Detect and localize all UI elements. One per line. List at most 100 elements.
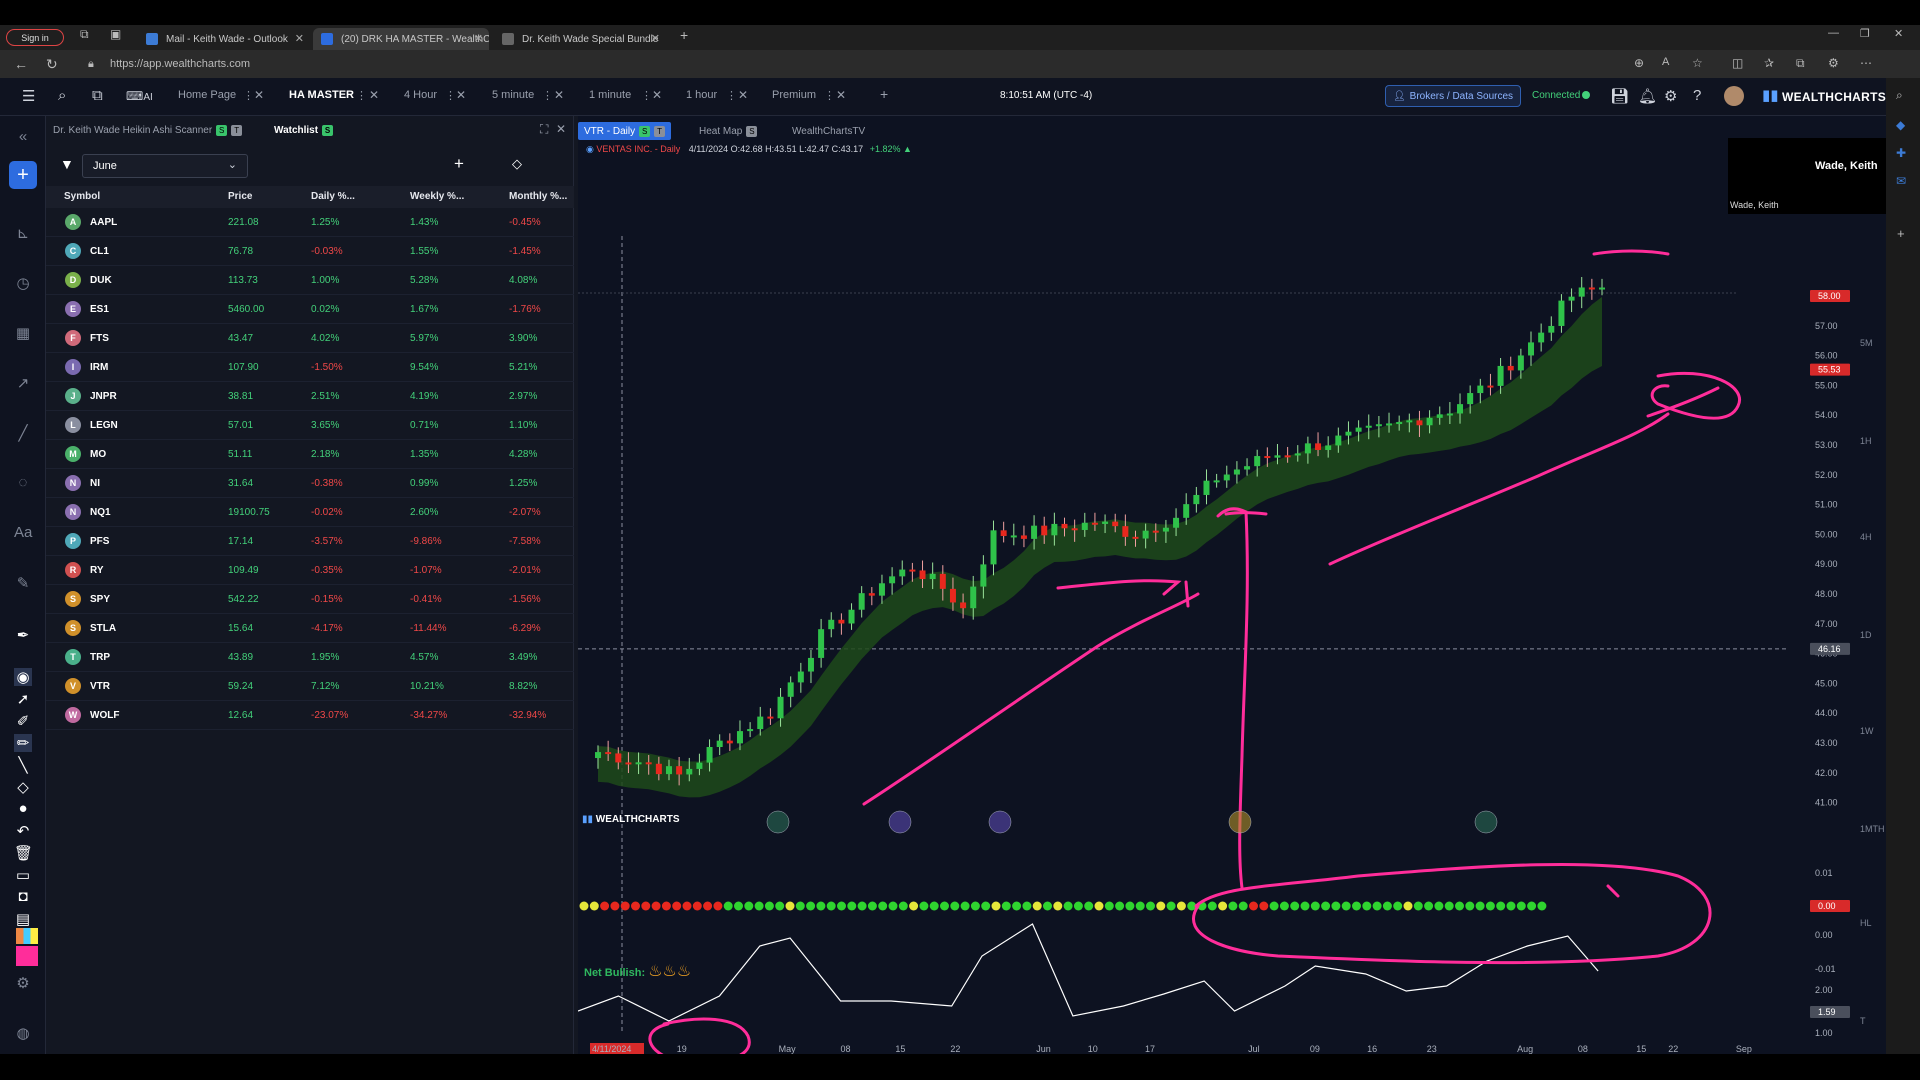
history-clock-icon[interactable]: ◷ — [14, 274, 32, 292]
color-palette[interactable] — [16, 928, 38, 944]
table-row[interactable]: M MO 51.11 2.18% 1.35% 4.28% — [46, 440, 574, 469]
table-row[interactable]: T TRP 43.89 1.95% 4.57% 3.49% — [46, 643, 574, 672]
column-header-weekly[interactable]: Weekly %... — [410, 191, 464, 202]
tab-options-icon[interactable]: ⋮ — [445, 89, 456, 102]
close-icon[interactable]: ✕ — [254, 88, 264, 102]
tab-options-icon[interactable]: ⋮ — [824, 89, 835, 102]
tab-options-icon[interactable]: ⋮ — [243, 89, 254, 102]
brokers-data-sources-button[interactable]: 👤︎ Brokers / Data Sources — [1385, 85, 1521, 107]
column-header-price[interactable]: Price — [228, 191, 252, 202]
close-icon[interactable]: ✕ — [651, 32, 660, 45]
marker-icon[interactable]: ✏︎ — [14, 734, 32, 752]
add-button[interactable]: + — [9, 161, 37, 189]
tab-premium[interactable]: Premium — [772, 89, 816, 101]
bell-icon[interactable]: 🔔︎ — [1638, 87, 1657, 105]
tools-icon[interactable]: ✚ — [1896, 146, 1906, 160]
watchlist-select[interactable]: June ⌄ — [82, 154, 248, 178]
active-color-swatch[interactable] — [16, 946, 38, 966]
price-chart-svg[interactable]: 58.00 57.00 56.00 55.00 54.00 53.00 52.00 51.00… — [578, 116, 1886, 1054]
search-icon[interactable]: ⌕ — [1896, 88, 1903, 103]
tab-5-minute[interactable]: 5 minute — [492, 89, 534, 101]
close-icon[interactable]: ✕ — [556, 122, 566, 136]
screen-icon[interactable]: ▭ — [14, 866, 32, 884]
back-arrow-icon[interactable]: ← — [14, 56, 28, 72]
table-row[interactable]: E ES1 5460.00 0.02% 1.67% -1.76% — [46, 295, 574, 324]
close-icon[interactable]: ✕ — [836, 88, 846, 102]
hamburger-menu-icon[interactable]: ☰ — [22, 87, 35, 105]
more-options-icon[interactable]: ⋯ — [1860, 56, 1872, 70]
cursor-arrow-icon[interactable]: ➚ — [14, 690, 32, 708]
undo-icon[interactable]: ↶ — [14, 822, 32, 840]
globe-icon[interactable]: ◍ — [14, 1024, 32, 1042]
table-row[interactable]: A AAPL 221.08 1.25% 1.43% -0.45% — [46, 208, 574, 237]
favorite-star-icon[interactable]: ☆ — [1692, 56, 1703, 70]
column-header-daily[interactable]: Daily %... — [311, 191, 355, 202]
search-icon[interactable]: ⌕ — [58, 87, 66, 104]
trend-icon[interactable]: ↗ — [14, 374, 32, 392]
ai-assistant-icon[interactable]: ⌨︎AI — [126, 89, 153, 103]
add-sidebar-icon[interactable]: + — [1897, 226, 1905, 241]
minimize-window-icon[interactable]: — — [1828, 27, 1839, 39]
pencil-icon[interactable]: ✎ — [14, 574, 32, 592]
table-row[interactable]: N NI 31.64 -0.38% 0.99% 1.25% — [46, 469, 574, 498]
tab-options-icon[interactable]: ⋮ — [726, 89, 737, 102]
table-row[interactable]: W WOLF 12.64 -23.07% -34.27% -32.94% — [46, 701, 574, 730]
camera-icon[interactable]: ◘ — [14, 888, 32, 905]
tab-groups-icon[interactable]: ⧉ — [80, 27, 89, 42]
split-screen-icon[interactable]: ◫ — [1732, 56, 1743, 70]
outlook-sidebar-icon[interactable]: ✉ — [1896, 174, 1906, 188]
tab-4-hour[interactable]: 4 Hour — [404, 89, 437, 101]
tab-options-icon[interactable]: ⋮ — [641, 89, 652, 102]
add-tab-button[interactable]: + — [880, 86, 888, 102]
new-tab-icon[interactable]: + — [680, 27, 688, 43]
close-icon[interactable]: ✕ — [554, 88, 564, 102]
trash-icon[interactable]: 🗑︎ — [14, 844, 33, 862]
tab-options-icon[interactable]: ⋮ — [542, 89, 553, 102]
table-row[interactable]: N NQ1 19100.75 -0.02% 2.60% -2.07% — [46, 498, 574, 527]
help-icon[interactable]: ? — [1693, 87, 1701, 104]
eraser-icon[interactable]: ◇ — [512, 156, 522, 172]
table-row[interactable]: D DUK 113.73 1.00% 5.28% 4.08% — [46, 266, 574, 295]
line-tool-icon[interactable]: ╱ — [14, 424, 32, 442]
table-row[interactable]: P PFS 17.14 -3.57% -9.86% -7.58% — [46, 527, 574, 556]
close-window-icon[interactable]: ✕ — [1894, 27, 1903, 40]
gear-icon[interactable]: ⚙︎ — [1664, 87, 1677, 105]
browser-tab-wealthcharts[interactable]: (20) DRK HA MASTER - WealthCh ✕ — [313, 28, 489, 50]
table-row[interactable]: C CL1 76.78 -0.03% 1.55% -1.45% — [46, 237, 574, 266]
tab-actions-icon[interactable]: ▣ — [110, 27, 121, 41]
eye-icon[interactable]: ◉ — [14, 668, 32, 686]
table-row[interactable]: V VTR 59.24 7.12% 10.21% 8.82% — [46, 672, 574, 701]
read-aloud-icon[interactable]: A — [1662, 56, 1669, 68]
browser-tab-outlook[interactable]: Mail - Keith Wade - Outlook ✕ — [138, 28, 310, 50]
favorites-icon[interactable]: ✰ — [1764, 56, 1774, 70]
add-symbol-icon[interactable]: + — [454, 154, 464, 174]
close-icon[interactable]: ✕ — [474, 32, 483, 45]
url-field[interactable]: https://app.wealthcharts.com — [110, 58, 250, 70]
text-tool-icon[interactable]: Aa — [14, 524, 32, 541]
chart-type-icon[interactable]: ⊾ — [14, 224, 32, 242]
tab-ha-master[interactable]: HA MASTER — [289, 89, 354, 101]
extensions-icon[interactable]: ⚙︎ — [1828, 56, 1839, 70]
collections-icon[interactable]: ⧉ — [1796, 56, 1805, 71]
table-row[interactable]: S STLA 15.64 -4.17% -11.44% -6.29% — [46, 614, 574, 643]
tab-options-icon[interactable]: ⋮ — [356, 89, 367, 102]
collapse-icon[interactable]: « — [14, 128, 32, 145]
browser-sign-in-button[interactable]: Sign in — [6, 29, 64, 46]
pen-icon[interactable]: ✒︎ — [14, 626, 32, 644]
table-row[interactable]: J JNPR 38.81 2.51% 4.19% 2.97% — [46, 382, 574, 411]
shopping-icon[interactable]: ◆ — [1896, 118, 1905, 132]
clipboard-icon[interactable]: ▤ — [14, 910, 32, 928]
dot-icon[interactable]: ● — [14, 800, 32, 817]
zoom-icon[interactable]: ⊕ — [1634, 56, 1644, 70]
tab-home-page[interactable]: Home Page — [178, 89, 236, 101]
settings-gear-icon[interactable]: ⚙︎ — [14, 974, 32, 992]
tab-1-minute[interactable]: 1 minute — [589, 89, 631, 101]
close-icon[interactable]: ✕ — [369, 88, 379, 102]
calendar-icon[interactable]: ▦ — [14, 324, 32, 342]
layouts-icon[interactable]: ⧉ — [92, 87, 103, 104]
table-row[interactable]: S SPY 542.22 -0.15% -0.41% -1.56% — [46, 585, 574, 614]
close-icon[interactable]: ✕ — [738, 88, 748, 102]
avatar[interactable] — [1724, 86, 1744, 106]
table-row[interactable]: R RY 109.49 -0.35% -1.07% -2.01% — [46, 556, 574, 585]
table-row[interactable]: F FTS 43.47 4.02% 5.97% 3.90% — [46, 324, 574, 353]
